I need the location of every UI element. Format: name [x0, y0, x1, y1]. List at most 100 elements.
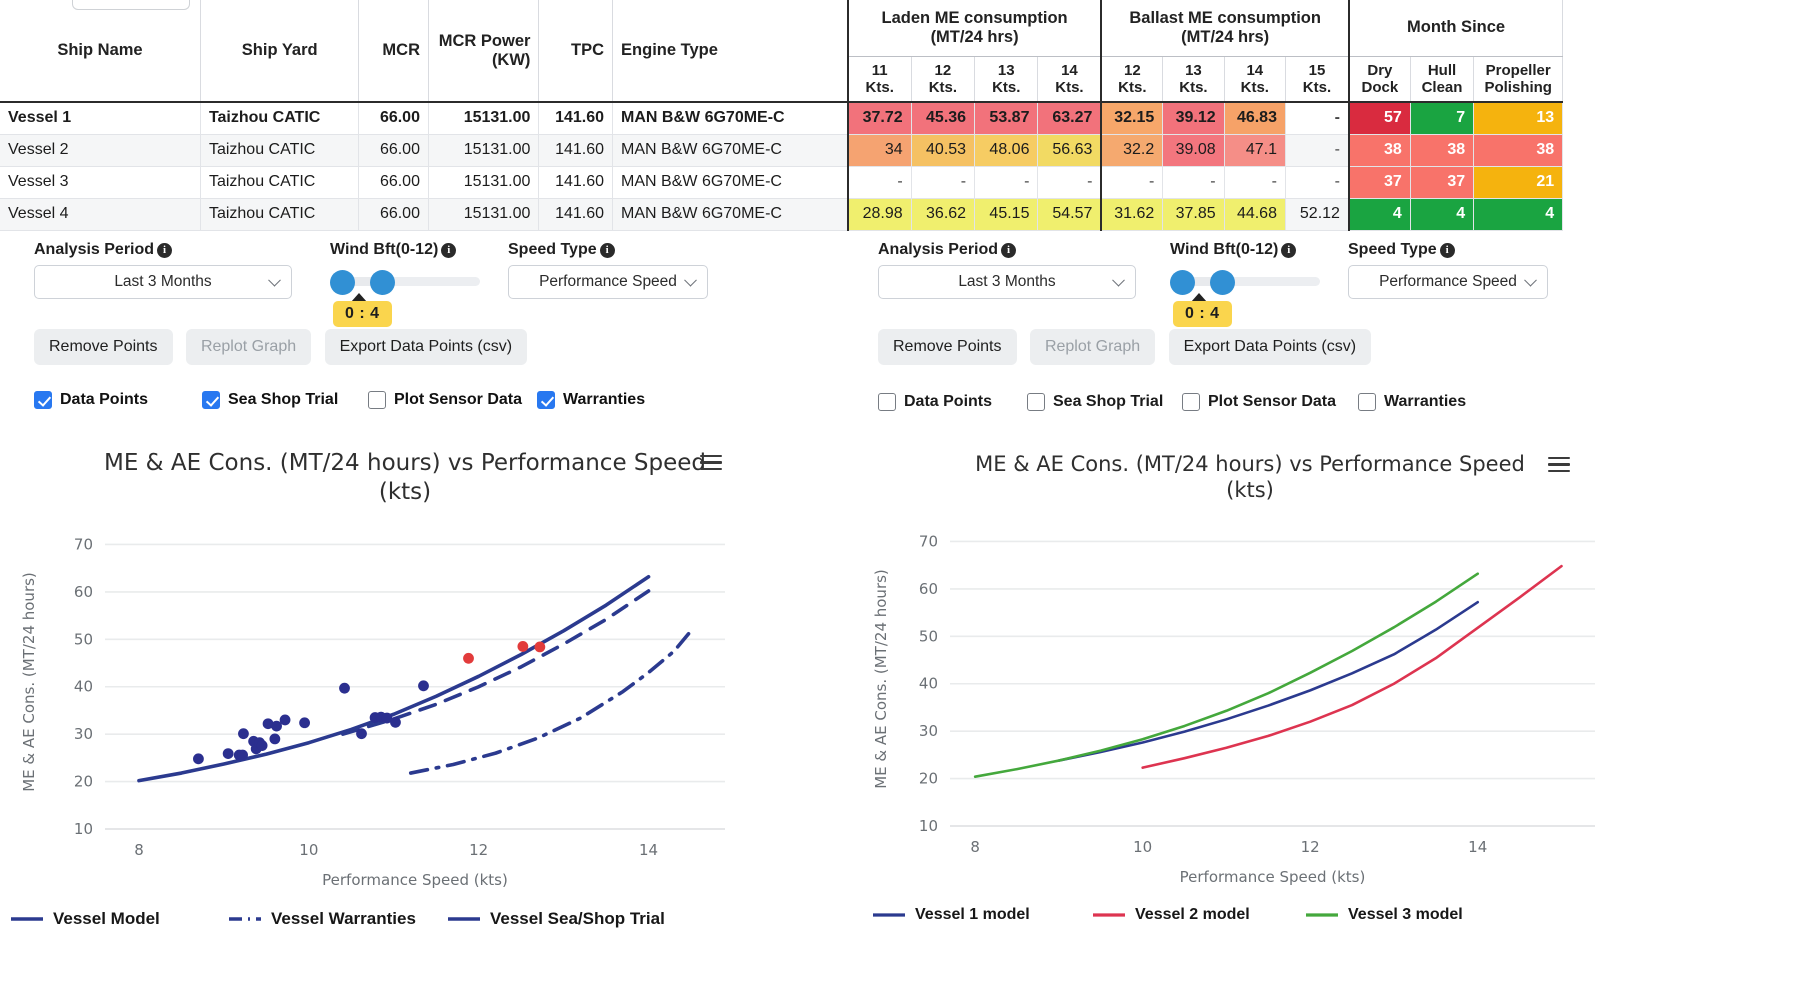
right-replot-graph-button[interactable]: Replot Graph [1029, 329, 1156, 365]
col-ballast-14kts[interactable]: 14 Kts. [1224, 56, 1286, 103]
left-speed-type-select[interactable]: Performance Speed [508, 265, 708, 299]
x-axis-title: Performance Speed (kts) [322, 871, 508, 889]
col-ballast-13kts[interactable]: 13 Kts. [1162, 56, 1225, 103]
data-point[interactable] [356, 727, 367, 739]
slider-knob-max[interactable] [370, 270, 395, 295]
right-checkbox-sea-shop-trial[interactable]: Sea Shop Trial [1027, 393, 1163, 411]
legend-item-vessel-model[interactable]: Vessel Model [10, 909, 160, 929]
col-ship-name[interactable]: Ship Name [0, 0, 201, 103]
col-laden-14kts[interactable]: 14 Kts. [1037, 56, 1102, 103]
y-tick-label: 70 [919, 532, 938, 550]
left-checkbox-sea-shop-trial[interactable]: Sea Shop Trial [202, 391, 338, 409]
col-mcr[interactable]: MCR [358, 0, 429, 103]
left-replot-graph-button[interactable]: Replot Graph [185, 329, 312, 365]
y-axis-title: ME & AE Cons. (MT/24 hours) [20, 572, 38, 792]
slider-knob-min[interactable] [330, 270, 355, 295]
cell-tpc: 141.60 [538, 198, 614, 231]
right-analysis-period-select[interactable]: Last 3 Months [878, 265, 1136, 299]
left-wind-control: Wind Bft(0-12) i 0 : 4 [330, 241, 480, 327]
cell-ballast-3: - [1285, 134, 1350, 167]
left-checkbox-plot-sensor-data[interactable]: Plot Sensor Data [368, 391, 522, 409]
col-hull-clean[interactable]: Hull Clean [1410, 56, 1475, 103]
col-dry-dock[interactable]: Dry Dock [1347, 56, 1411, 103]
data-point[interactable] [237, 749, 248, 760]
data-point[interactable] [463, 652, 474, 664]
legend-item-vessel-sea-shop-trial[interactable]: Vessel Sea/Shop Trial [447, 909, 665, 929]
col-mcr-power[interactable]: MCR Power (KW) [428, 0, 540, 103]
cell-ballast-3: 52.12 [1285, 198, 1350, 231]
col-engine-type[interactable]: Engine Type [612, 0, 849, 103]
checkbox-icon[interactable] [1027, 393, 1045, 411]
data-point[interactable] [390, 716, 401, 728]
right-speed-type-select[interactable]: Performance Speed [1348, 265, 1548, 299]
col-ballast-12kts[interactable]: 12 Kts. [1100, 56, 1164, 103]
left-wind-slider[interactable]: 0 : 4 [330, 265, 480, 327]
data-point[interactable] [534, 641, 546, 652]
right-chart-block: ME & AE Cons. (MT/24 hours) vs Performan… [850, 451, 1700, 904]
table-row[interactable]: Vessel 4 Taizhou CATIC 66.00 15131.00 141.60… [0, 198, 1800, 231]
info-icon[interactable]: i [1001, 243, 1017, 258]
y-axis-title: ME & AE Cons. (MT/24 hours) [872, 569, 890, 789]
table-row[interactable]: Vessel 1 Taizhou CATIC 66.00 15131.00 141.60… [0, 102, 1800, 135]
left-checkbox-data-points[interactable]: Data Points [34, 391, 148, 409]
left-analysis-period-select[interactable]: Last 3 Months [34, 265, 292, 299]
table-row[interactable]: Vessel 2 Taizhou CATIC 66.00 15131.00 141.60… [0, 134, 1800, 167]
checkbox-icon[interactable] [1358, 393, 1376, 411]
left-speed-type-label: Speed Type i [508, 241, 708, 259]
info-icon[interactable]: i [441, 243, 457, 258]
checkbox-icon[interactable] [537, 391, 555, 409]
info-icon[interactable]: i [157, 243, 173, 258]
right-remove-points-button[interactable]: Remove Points [878, 329, 1017, 365]
data-point[interactable] [193, 752, 204, 764]
right-checkbox-warranties[interactable]: Warranties [1358, 393, 1466, 411]
legend-item-vessel-2-model[interactable]: Vessel 2 model [1092, 906, 1250, 924]
data-point[interactable] [339, 682, 350, 694]
slider-knob-max[interactable] [1210, 270, 1235, 295]
cell-tpc: 141.60 [538, 102, 614, 135]
col-tpc[interactable]: TPC [538, 0, 614, 103]
legend-swatch-solid [448, 916, 480, 921]
data-point[interactable] [279, 714, 291, 725]
y-tick-label: 60 [74, 582, 93, 600]
right-chart-title-line2: (kts) [1226, 478, 1274, 503]
col-laden-11kts[interactable]: 11 Kts. [846, 56, 912, 103]
table-row[interactable]: Vessel 3 Taizhou CATIC 66.00 15131.00 141.60… [0, 166, 1800, 199]
info-icon[interactable]: i [1439, 243, 1455, 258]
right-checkbox-data-points[interactable]: Data Points [878, 393, 992, 411]
checkbox-icon[interactable] [878, 393, 896, 411]
chevron-down-icon [1524, 273, 1537, 287]
data-point[interactable] [269, 733, 281, 744]
info-icon[interactable]: i [1281, 243, 1297, 258]
info-icon[interactable]: i [599, 243, 615, 258]
legend-item-vessel-warranties[interactable]: Vessel Warranties [228, 909, 416, 929]
data-point[interactable] [299, 716, 310, 728]
left-export-csv-button[interactable]: Export Data Points (csv) [324, 329, 528, 365]
tab-stub[interactable] [72, 0, 190, 10]
slider-knob-min[interactable] [1170, 270, 1195, 295]
col-laden-12kts[interactable]: 12 Kts. [911, 56, 976, 103]
group-ballast-consumption: Ballast ME consumption (MT/24 hrs) [1100, 0, 1350, 57]
data-point[interactable] [256, 739, 268, 751]
col-ship-yard[interactable]: Ship Yard [200, 0, 360, 103]
col-propeller-polishing[interactable]: Propeller Polishing [1473, 56, 1564, 103]
legend-item-vessel-3-model[interactable]: Vessel 3 model [1305, 906, 1463, 924]
checkbox-icon[interactable] [1182, 393, 1200, 411]
right-chart-menu-icon[interactable] [1548, 457, 1570, 473]
col-laden-13kts[interactable]: 13 Kts. [974, 56, 1039, 103]
checkbox-icon[interactable] [368, 391, 386, 409]
data-point[interactable] [238, 727, 249, 739]
right-export-csv-button[interactable]: Export Data Points (csv) [1168, 329, 1372, 365]
checkbox-icon[interactable] [34, 391, 52, 409]
x-axis-title: Performance Speed (kts) [1180, 868, 1366, 886]
data-point[interactable] [222, 747, 234, 759]
data-point[interactable] [517, 640, 529, 652]
left-checkbox-warranties[interactable]: Warranties [537, 391, 645, 409]
legend-item-vessel-1-model[interactable]: Vessel 1 model [872, 906, 1030, 924]
data-point[interactable] [418, 679, 429, 691]
col-ballast-15kts[interactable]: 15 Kts. [1285, 56, 1350, 103]
right-checkbox-plot-sensor-data[interactable]: Plot Sensor Data [1182, 393, 1336, 411]
right-wind-slider[interactable]: 0 : 4 [1170, 265, 1320, 327]
left-chart-menu-icon[interactable] [700, 455, 722, 471]
checkbox-icon[interactable] [202, 391, 220, 409]
left-remove-points-button[interactable]: Remove Points [34, 329, 173, 365]
